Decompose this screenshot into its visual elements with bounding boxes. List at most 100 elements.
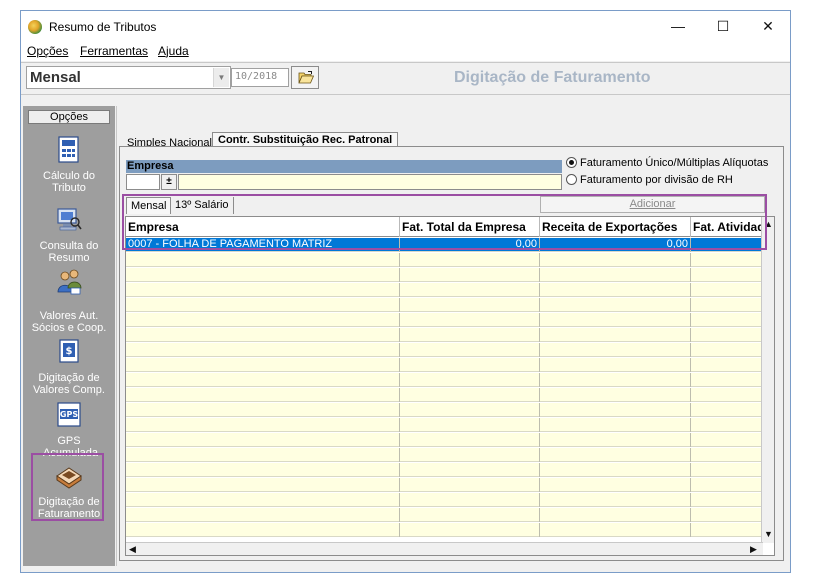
grid-cell	[540, 478, 691, 492]
document-money-icon: $	[59, 339, 79, 363]
radio-unselected-icon[interactable]	[566, 174, 577, 185]
empresa-label: Empresa	[126, 160, 562, 173]
menu-ajuda[interactable]: Ajuda	[158, 44, 189, 58]
window-title: Resumo de Tributos	[49, 20, 157, 34]
grid-cell	[400, 283, 540, 297]
grid-cell	[691, 268, 763, 282]
grid-cell	[691, 373, 763, 387]
sidebar-item-calculo[interactable]: Cálculo do Tributo	[23, 134, 115, 196]
grid-cell	[126, 283, 400, 297]
folder-open-icon	[298, 71, 314, 84]
table-row[interactable]	[126, 373, 763, 387]
empresa-lookup-button[interactable]: ±	[161, 174, 177, 190]
grid-cell	[126, 403, 400, 417]
table-row[interactable]	[126, 463, 763, 477]
grid-cell	[400, 523, 540, 537]
table-row[interactable]	[126, 403, 763, 417]
page-heading: Digitação de Faturamento	[454, 69, 651, 86]
sidebar-label-consulta: Consulta do Resumo	[39, 240, 99, 264]
scroll-left-icon[interactable]: ◀	[129, 544, 136, 555]
grid-cell	[126, 373, 400, 387]
grid-cell	[126, 328, 400, 342]
menu-opcoes[interactable]: Opções	[27, 44, 68, 58]
main-panel: Simples Nacional Contr. Substituição Rec…	[116, 106, 786, 566]
empresa-code-input[interactable]	[126, 174, 160, 190]
grid-cell	[400, 448, 540, 462]
chevron-down-icon[interactable]: ▼	[213, 68, 229, 87]
close-button[interactable]: ✕	[751, 15, 785, 37]
table-row[interactable]	[126, 268, 763, 282]
grid-cell	[400, 343, 540, 357]
table-row[interactable]	[126, 253, 763, 267]
grid-cell	[540, 268, 691, 282]
grid-cell	[691, 508, 763, 522]
grid-cell	[400, 463, 540, 477]
table-row[interactable]	[126, 358, 763, 372]
grid-cell	[126, 358, 400, 372]
table-row[interactable]	[126, 418, 763, 432]
grid-cell	[540, 493, 691, 507]
scroll-right-icon[interactable]: ▶	[750, 544, 757, 555]
table-row[interactable]	[126, 283, 763, 297]
sidebar-item-valores-comp[interactable]: $ Digitação de Valores Comp.	[23, 338, 115, 400]
table-row[interactable]	[126, 343, 763, 357]
title-bar: Resumo de Tributos — ☐ ✕	[21, 11, 790, 41]
grid-cell	[540, 343, 691, 357]
table-row[interactable]	[126, 433, 763, 447]
grid-cell	[540, 373, 691, 387]
grid-cell	[400, 478, 540, 492]
horizontal-scrollbar[interactable]: ◀ ▶	[126, 542, 763, 555]
table-row[interactable]	[126, 313, 763, 327]
period-select[interactable]: Mensal ▼	[26, 66, 231, 89]
grid-cell	[691, 493, 763, 507]
vertical-scrollbar[interactable]: ▲ ▼	[761, 217, 774, 543]
table-row[interactable]	[126, 493, 763, 507]
grid-cell	[691, 283, 763, 297]
grid-cell	[691, 433, 763, 447]
app-logo-icon	[28, 20, 42, 34]
grid-cell	[126, 478, 400, 492]
radio-faturamento-divisao[interactable]: Faturamento por divisão de RH	[566, 174, 733, 186]
table-row[interactable]	[126, 523, 763, 537]
grid-cell	[691, 343, 763, 357]
people-money-icon	[57, 269, 82, 295]
table-row[interactable]	[126, 508, 763, 522]
grid-cell	[540, 313, 691, 327]
grid-cell	[540, 523, 691, 537]
computer-search-icon	[57, 208, 82, 231]
grid-cell	[126, 313, 400, 327]
sidebar-highlight-frame	[31, 453, 104, 521]
tab-contr-substituicao[interactable]: Contr. Substituição Rec. Patronal	[212, 132, 399, 147]
grid-cell	[126, 463, 400, 477]
radio-faturamento-unico[interactable]: Faturamento Único/Múltiplas Alíquotas	[566, 157, 768, 169]
grid-cell	[126, 268, 400, 282]
table-row[interactable]	[126, 388, 763, 402]
grid-cell	[400, 433, 540, 447]
table-row[interactable]	[126, 298, 763, 312]
grid-cell	[126, 418, 400, 432]
open-folder-button[interactable]	[291, 66, 319, 89]
menu-ferramentas[interactable]: Ferramentas	[80, 44, 148, 58]
radio-label-divisao: Faturamento por divisão de RH	[580, 174, 733, 186]
competence-date-field[interactable]: 10/2018	[231, 68, 289, 87]
sidebar-header: Opções	[28, 110, 110, 124]
maximize-button[interactable]: ☐	[706, 15, 740, 37]
toolbar: Mensal ▼ 10/2018 Digitação de Faturament…	[21, 62, 790, 95]
table-row[interactable]	[126, 478, 763, 492]
minimize-button[interactable]: —	[661, 15, 695, 37]
scroll-down-icon[interactable]: ▼	[764, 529, 773, 539]
grid-cell	[126, 253, 400, 267]
table-row[interactable]	[126, 448, 763, 462]
grid-cell	[126, 343, 400, 357]
empresa-name-field	[178, 174, 562, 190]
sidebar-label-valores-comp: Digitação de Valores Comp.	[33, 372, 105, 396]
sidebar-item-valores-aut[interactable]: Valores Aut. Sócios e Coop.	[23, 268, 115, 334]
grid-cell	[400, 403, 540, 417]
grid-cell	[691, 358, 763, 372]
grid-cell	[126, 388, 400, 402]
application-window: Resumo de Tributos — ☐ ✕ Opções Ferramen…	[20, 10, 791, 573]
sidebar-item-consulta[interactable]: Consulta do Resumo	[23, 206, 115, 268]
period-select-value: Mensal	[30, 69, 81, 86]
radio-selected-icon[interactable]	[566, 157, 577, 168]
table-row[interactable]	[126, 328, 763, 342]
